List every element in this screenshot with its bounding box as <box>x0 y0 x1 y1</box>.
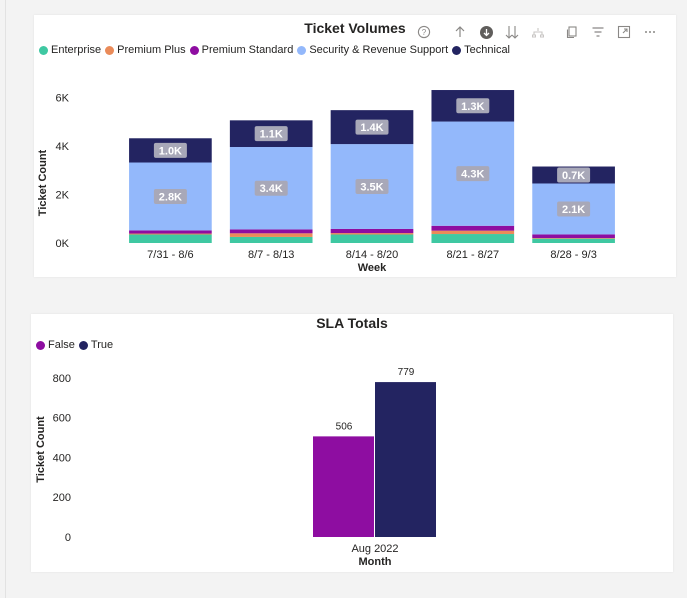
y-axis-title: Ticket Count <box>37 149 49 216</box>
data-label: 3.4K <box>260 183 283 195</box>
sla-totals-visual[interactable]: SLA Totals False True 0 200 400 600 800 Ticket… <box>31 314 673 572</box>
data-label: 1.4K <box>360 122 383 134</box>
data-label: 4.3K <box>461 169 484 181</box>
bar-segment-premium-plus <box>532 238 615 239</box>
x-tick-label: 8/21 - 8/27 <box>447 249 500 261</box>
x-tick-label: 8/28 - 9/3 <box>550 249 596 261</box>
data-label: 3.5K <box>360 182 383 194</box>
y-tick-label: 800 <box>53 373 71 385</box>
y-tick-label: 0 <box>65 532 71 544</box>
y-tick-label: 2K <box>56 190 70 202</box>
x-tick-label: 8/14 - 8/20 <box>346 249 399 261</box>
x-tick-label: 8/7 - 8/13 <box>248 249 294 261</box>
data-label: 779 <box>398 367 415 378</box>
x-tick-label: 7/31 - 8/6 <box>147 249 193 261</box>
bar-segment-premium-standard <box>532 234 615 239</box>
data-label: 2.1K <box>562 204 585 216</box>
bar-segment-enterprise <box>229 236 313 243</box>
data-label: 1.1K <box>260 129 283 141</box>
bar-segment-enterprise <box>330 234 414 243</box>
y-tick-label: 4K <box>56 141 70 153</box>
y-tick-label: 6K <box>56 93 70 105</box>
bar-segment-premium-standard <box>129 230 212 234</box>
y-axis-title: Ticket Count <box>35 416 47 483</box>
bar-segment-enterprise <box>431 234 515 243</box>
ticket-volumes-visual[interactable]: Ticket Volumes ? Enterprise Premium Plus… <box>34 15 676 277</box>
bar-segment-enterprise <box>532 238 615 243</box>
bar-segment-premium-standard <box>330 228 414 234</box>
bar-true <box>375 382 436 537</box>
data-label: 0.7K <box>562 170 585 182</box>
y-tick-label: 200 <box>53 492 71 504</box>
x-axis-title: Week <box>358 262 387 274</box>
page-edge-divider <box>5 0 6 598</box>
ticket-volumes-chart: 0K 2K 4K 6K Ticket Count 2.8K 1.0K 7/31 - 8/6 3.… <box>37 90 615 274</box>
x-axis-title: Month <box>359 556 392 568</box>
data-label: 2.8K <box>159 191 182 203</box>
y-tick-label: 0K <box>56 238 70 250</box>
bar-segment-premium-plus <box>431 230 515 235</box>
bar-segment-premium-plus <box>330 233 414 235</box>
sla-totals-chart: 0 200 400 600 800 Ticket Count 506 779 Aug 2022M… <box>35 367 436 568</box>
data-label: 506 <box>336 421 353 432</box>
bar-segment-premium-plus <box>129 233 212 235</box>
bar-false <box>313 436 374 537</box>
data-label: 1.3K <box>461 101 484 113</box>
x-tick-label: Aug 2022 <box>351 543 398 555</box>
y-tick-label: 600 <box>53 413 71 425</box>
y-tick-label: 400 <box>53 452 71 464</box>
bar-segment-premium-standard <box>229 229 313 234</box>
bar-segment-premium-standard <box>431 225 515 231</box>
bar-segment-premium-plus <box>229 233 313 237</box>
bar-segment-enterprise <box>129 234 212 243</box>
data-label: 1.0K <box>159 145 182 157</box>
